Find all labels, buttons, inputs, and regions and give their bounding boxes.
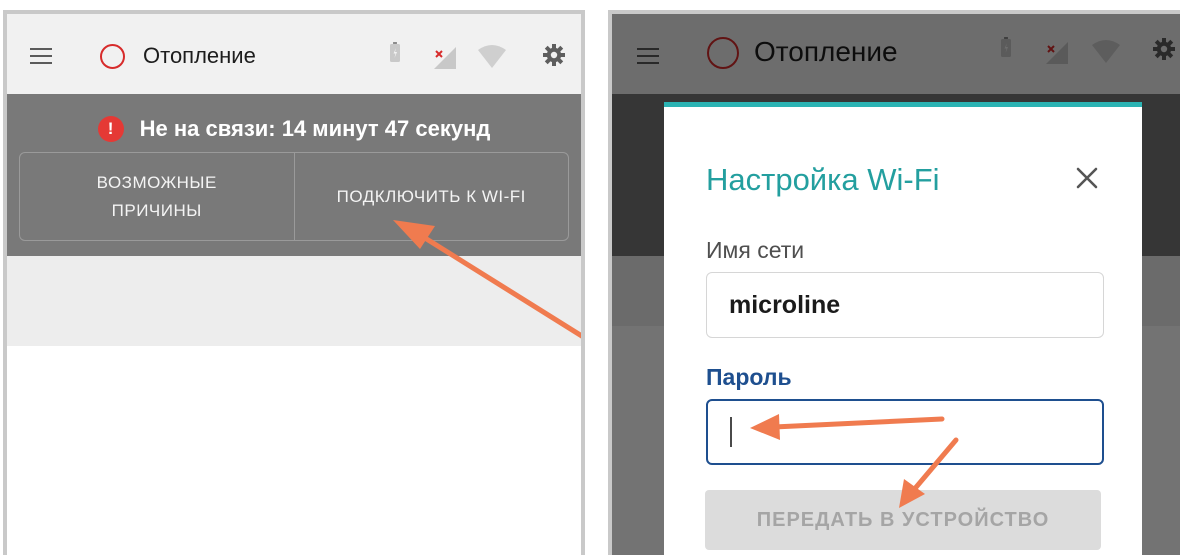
app-screen-wifi-setup: Отопление Настройка Wi-Fi Имя сети micro… — [608, 10, 1180, 555]
text-cursor — [730, 417, 732, 447]
network-name-value: microline — [729, 290, 841, 319]
network-name-label: Имя сети — [706, 237, 805, 263]
dialog-title: Настройка Wi-Fi — [706, 162, 940, 197]
top-bar: Отопление — [7, 14, 581, 94]
status-ring-icon — [100, 44, 125, 69]
menu-icon[interactable] — [30, 48, 52, 65]
offline-status: ! Не на связи: 14 минут 47 секунд — [7, 115, 581, 143]
offline-banner: ! Не на связи: 14 минут 47 секунд ВОЗМОЖ… — [7, 94, 581, 256]
connect-wifi-button[interactable]: ПОДКЛЮЧИТЬ К WI-FI — [293, 153, 569, 240]
offline-text: Не на связи: 14 минут 47 секунд — [139, 116, 491, 141]
error-icon: ! — [97, 116, 124, 142]
battery-icon — [390, 42, 400, 62]
no-cellular-signal-icon — [433, 46, 457, 70]
gear-icon[interactable] — [542, 43, 566, 67]
banner-actions: ВОЗМОЖНЫЕ ПРИЧИНЫ ПОДКЛЮЧИТЬ К WI-FI — [19, 152, 569, 241]
app-title: Отопление — [143, 43, 256, 68]
close-icon[interactable] — [1072, 163, 1102, 193]
send-to-device-button[interactable]: ПЕРЕДАТЬ В УСТРОЙСТВО — [705, 490, 1101, 550]
send-to-device-label: ПЕРЕДАТЬ В УСТРОЙСТВО — [756, 508, 1050, 531]
wifi-settings-dialog: Настройка Wi-Fi Имя сети microline Парол… — [664, 102, 1142, 555]
possible-reasons-line1: ВОЗМОЖНЫЕ — [96, 172, 217, 192]
possible-reasons-button[interactable]: ВОЗМОЖНЫЕ ПРИЧИНЫ — [20, 153, 294, 240]
connect-wifi-label: ПОДКЛЮЧИТЬ К WI-FI — [336, 186, 526, 206]
password-field[interactable] — [706, 399, 1104, 465]
content-area — [7, 256, 581, 346]
network-name-field[interactable]: microline — [706, 272, 1104, 338]
password-label: Пароль — [706, 364, 792, 390]
possible-reasons-line2: ПРИЧИНЫ — [111, 200, 202, 220]
wifi-icon — [478, 45, 506, 68]
app-screen-offline: Отопление ! Не на связи: 14 минут 47 сек… — [3, 10, 585, 555]
